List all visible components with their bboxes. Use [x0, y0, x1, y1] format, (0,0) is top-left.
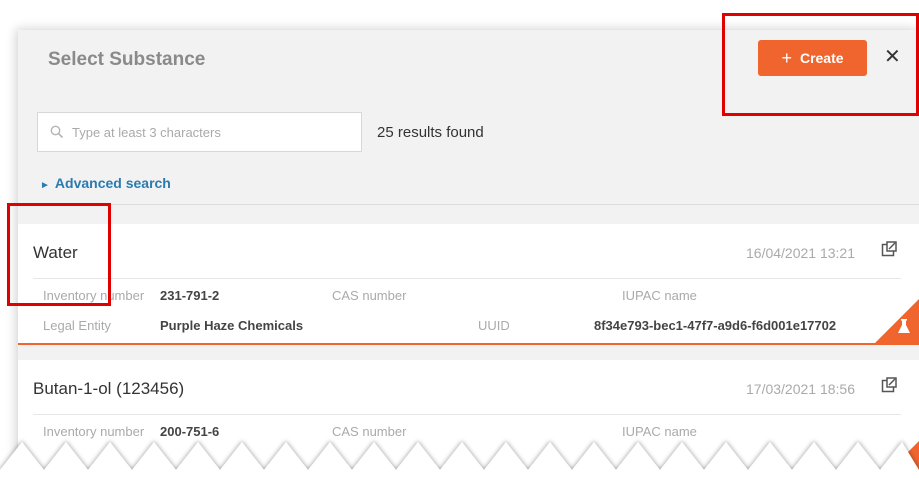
torn-edge	[0, 442, 919, 487]
create-button[interactable]: + Create	[758, 40, 867, 76]
updated-date: 16/04/2021 13:21	[746, 245, 855, 261]
selected-indicator-line	[18, 343, 919, 345]
substance-type-corner	[873, 299, 919, 345]
section-divider	[18, 204, 919, 205]
dialog-title: Select Substance	[48, 49, 206, 70]
search-input[interactable]	[70, 123, 354, 141]
updated-date: 17/03/2021 18:56	[746, 381, 855, 397]
external-link-icon[interactable]	[881, 241, 897, 262]
external-link-icon[interactable]	[881, 377, 897, 398]
inventory-number-value: 231-791-2	[160, 288, 220, 303]
cas-number-label: CAS number	[332, 288, 407, 303]
legal-entity-label: Legal Entity	[43, 318, 111, 333]
results-count: 25 results found	[377, 124, 484, 141]
uuid-label: UUID	[478, 318, 510, 333]
card-separator	[33, 278, 901, 279]
search-field[interactable]	[37, 112, 362, 152]
legal-entity-value: Purple Haze Chemicals	[160, 318, 304, 333]
result-card[interactable]: Water 16/04/2021 13:21 Inventory number …	[18, 224, 919, 345]
create-button-label: Create	[799, 50, 844, 66]
card-separator	[33, 414, 901, 415]
torn-edge-overlay	[0, 442, 919, 487]
substance-name: Water	[33, 243, 78, 262]
uuid-value: 8f34e793-bec1-47f7-a9d6-f6d001e17702	[594, 318, 837, 333]
inventory-number-label: Inventory number	[43, 288, 145, 303]
advanced-search-link[interactable]: ► Advanced search	[40, 175, 171, 191]
search-icon	[50, 125, 64, 139]
expand-triangle-icon: ►	[40, 180, 50, 191]
close-icon[interactable]: ✕	[884, 44, 901, 69]
iupac-name-label: IUPAC name	[622, 288, 697, 303]
advanced-search-label: Advanced search	[54, 175, 171, 191]
substance-name: Butan-1-ol (123456)	[33, 379, 185, 398]
flask-icon	[897, 319, 911, 340]
plus-icon: +	[781, 48, 792, 68]
